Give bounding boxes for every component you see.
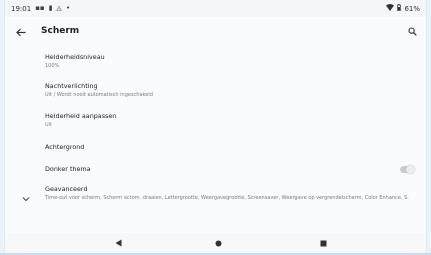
setting-brightness-level[interactable]: Helderheidsniveau 100%	[45, 53, 414, 70]
search-icon[interactable]	[406, 25, 418, 37]
dark-theme-toggle[interactable]	[400, 165, 415, 174]
notification-icon: •	[65, 4, 71, 12]
setting-subtitle: 100%	[45, 63, 60, 69]
status-bar: 19:01 ▪▪ ▮ ◬ • 61%	[5, 0, 426, 17]
setting-subtitle: Uit	[45, 122, 53, 128]
back-arrow-icon[interactable]	[14, 25, 28, 39]
setting-dark-theme[interactable]: Donker thema	[45, 165, 386, 174]
setting-wallpaper[interactable]: Achtergrond	[45, 143, 414, 152]
setting-title: Nachtverlichting	[45, 82, 98, 90]
home-circle-icon[interactable]	[213, 238, 223, 248]
notification-icon: ▪▪	[35, 4, 45, 12]
setting-subtitle: Uit / Wordt nooit automatisch ingeschake…	[45, 92, 153, 98]
setting-night-light[interactable]: Nachtverlichting Uit / Wordt nooit autom…	[45, 82, 414, 99]
recents-square-icon[interactable]	[318, 238, 328, 248]
battery-percentage: 61%	[404, 4, 420, 13]
chevron-down-icon[interactable]	[21, 189, 31, 202]
setting-title: Donker thema	[45, 165, 91, 173]
setting-advanced[interactable]: Geavanceerd Time-out voor scherm, Scherm…	[45, 185, 420, 202]
setting-adaptive-brightness[interactable]: Helderheid aanpassen Uit	[45, 112, 414, 129]
setting-title: Helderheidsniveau	[45, 53, 105, 61]
setting-subtitle: Time-out voor scherm, Scherm actom. draa…	[45, 195, 409, 201]
navigation-bar	[5, 233, 426, 253]
back-triangle-icon[interactable]	[113, 238, 123, 248]
notification-icon: ▮	[48, 4, 53, 12]
setting-title: Helderheid aanpassen	[45, 112, 117, 120]
screen: 19:01 ▪▪ ▮ ◬ • 61% Scherm Helderheidsniv…	[4, 0, 427, 253]
page-title: Scherm	[41, 26, 80, 36]
app-bar: Scherm	[5, 17, 426, 47]
wifi-icon	[386, 4, 395, 13]
notification-icon: ◬	[56, 4, 62, 12]
battery-icon	[397, 4, 402, 13]
status-time: 19:01	[11, 4, 32, 13]
setting-title: Geavanceerd	[45, 185, 88, 193]
toggle-knob	[406, 165, 415, 174]
setting-title: Achtergrond	[45, 143, 85, 151]
